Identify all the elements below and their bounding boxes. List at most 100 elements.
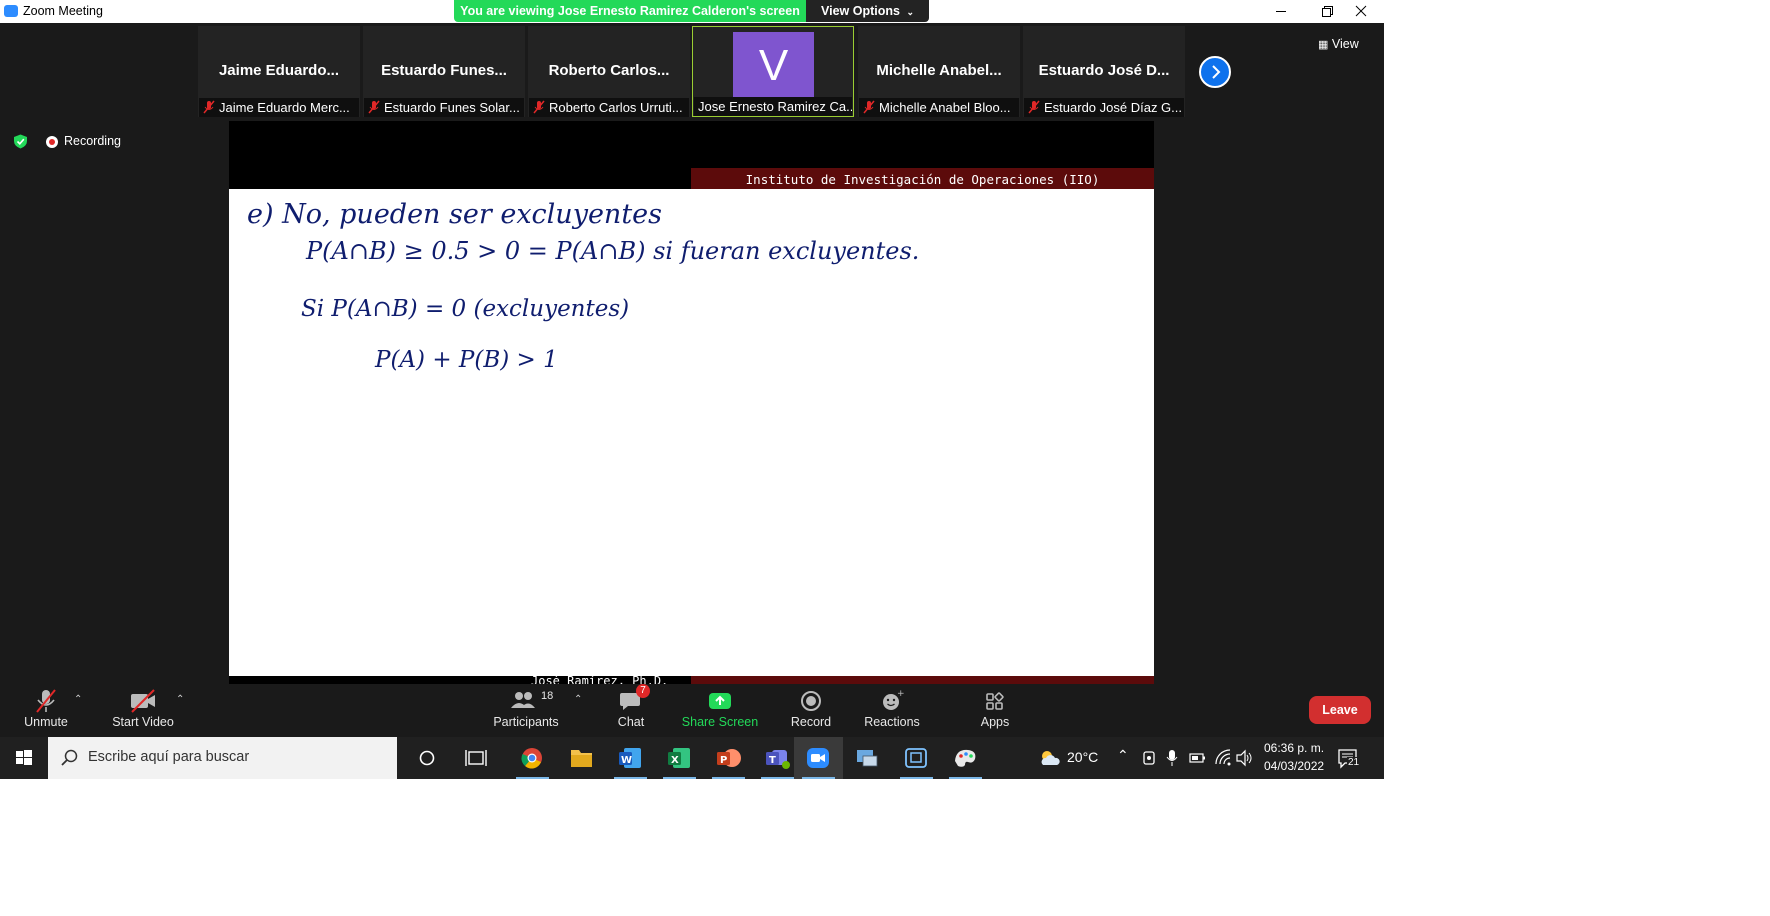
recording-icon[interactable] bbox=[46, 136, 58, 148]
close-button[interactable] bbox=[1338, 0, 1384, 23]
svg-text:P: P bbox=[720, 755, 727, 766]
security-app-icon bbox=[905, 748, 927, 768]
task-view-button[interactable] bbox=[452, 737, 501, 779]
participant-full-name: Jose Ernesto Ramirez Ca... bbox=[698, 99, 852, 114]
chrome-icon bbox=[521, 748, 542, 769]
share-screen-icon bbox=[709, 693, 731, 709]
chat-badge: 7 bbox=[636, 684, 650, 698]
participant-name: Roberto Carlos... bbox=[548, 62, 670, 79]
taskbar-app-word[interactable]: W bbox=[606, 737, 655, 779]
remote-desktop-icon bbox=[857, 750, 878, 767]
participant-label: Michelle Anabel Bloo... bbox=[859, 98, 1019, 117]
view-button-label: View bbox=[1331, 37, 1359, 51]
handwriting-line-2: P(A∩B) ≥ 0.5 > 0 = P(A∩B) si fueran excl… bbox=[306, 237, 920, 265]
search-icon bbox=[61, 749, 78, 766]
taskbar-app-security[interactable] bbox=[892, 737, 941, 779]
recording-label: Recording bbox=[64, 134, 121, 148]
slide-footer-bar bbox=[691, 676, 1154, 684]
start-video-label: Start Video bbox=[112, 715, 174, 729]
excel-icon: X bbox=[668, 748, 690, 768]
cortana-icon bbox=[419, 750, 435, 766]
word-icon: W bbox=[619, 748, 641, 768]
shared-screen: Instituto de Investigación de Operacione… bbox=[229, 121, 1154, 684]
reactions-label: Reactions bbox=[864, 715, 920, 729]
meet-now-icon[interactable] bbox=[1142, 749, 1156, 767]
title-bar: Zoom Meeting You are viewing Jose Ernest… bbox=[0, 0, 1384, 23]
volume-icon[interactable] bbox=[1236, 749, 1254, 767]
participant-thumbnail[interactable]: Roberto Carlos... Roberto Carlos Urruti.… bbox=[528, 26, 690, 117]
participant-thumbnail[interactable]: Jaime Eduardo... Jaime Eduardo Merc... bbox=[198, 26, 360, 117]
zoom-window: Zoom Meeting You are viewing Jose Ernest… bbox=[0, 0, 1384, 779]
view-button[interactable]: ▦ View bbox=[1318, 33, 1370, 55]
view-options-button[interactable]: View Options ⌄ bbox=[806, 0, 929, 22]
start-button[interactable] bbox=[0, 737, 48, 779]
window-title: Zoom Meeting bbox=[23, 4, 103, 18]
battery-icon[interactable] bbox=[1189, 749, 1207, 767]
record-button[interactable]: Record bbox=[786, 684, 836, 737]
taskbar-app-paint[interactable] bbox=[941, 737, 990, 779]
participant-name: Estuardo José D... bbox=[1038, 62, 1170, 79]
clock-date[interactable]: 04/03/2022 bbox=[1264, 759, 1324, 773]
participant-label: Estuardo José Díaz G... bbox=[1024, 98, 1184, 117]
mic-muted-icon bbox=[533, 100, 545, 114]
participant-full-name: Roberto Carlos Urruti... bbox=[549, 100, 683, 115]
participant-thumbnail[interactable]: Michelle Anabel... Michelle Anabel Bloo.… bbox=[858, 26, 1020, 117]
view-options-label: View Options bbox=[821, 4, 900, 18]
apps-label: Apps bbox=[980, 715, 1010, 729]
weather-cloud-icon bbox=[1041, 751, 1060, 765]
taskbar-app-powerpoint[interactable]: P bbox=[704, 737, 753, 779]
folder-icon bbox=[571, 750, 592, 767]
weather-temperature[interactable]: 20°C bbox=[1067, 749, 1098, 765]
avatar: V bbox=[733, 32, 814, 97]
reactions-button[interactable]: + Reactions bbox=[862, 684, 922, 737]
clock-time[interactable]: 06:36 p. m. bbox=[1264, 741, 1324, 755]
taskbar-app-zoom[interactable] bbox=[794, 737, 843, 779]
close-icon bbox=[1355, 5, 1367, 17]
zoom-app-icon bbox=[4, 5, 18, 17]
cortana-button[interactable] bbox=[403, 737, 452, 779]
mic-muted-icon bbox=[1028, 100, 1040, 114]
participant-name: Michelle Anabel... bbox=[876, 62, 1002, 79]
wifi-icon[interactable] bbox=[1214, 749, 1232, 767]
apps-button[interactable]: Apps bbox=[975, 684, 1015, 737]
viewing-banner: You are viewing Jose Ernesto Ramirez Cal… bbox=[454, 0, 806, 22]
participants-caret[interactable]: ⌃ bbox=[574, 694, 582, 705]
unmute-label: Unmute bbox=[24, 715, 68, 729]
video-options-caret[interactable]: ⌃ bbox=[176, 694, 184, 705]
apps-icon bbox=[986, 692, 1004, 710]
participant-thumbnail[interactable]: Estuardo Funes... Estuardo Funes Solar..… bbox=[363, 26, 525, 117]
taskbar-app-chrome[interactable] bbox=[508, 737, 557, 779]
audio-options-caret[interactable]: ⌃ bbox=[74, 694, 82, 705]
share-screen-label: Share Screen bbox=[681, 715, 759, 729]
minimize-button[interactable] bbox=[1258, 0, 1304, 23]
svg-text:T: T bbox=[769, 755, 776, 766]
chevron-up-icon[interactable]: ⌃ bbox=[1117, 747, 1129, 764]
chat-button[interactable]: 7 Chat bbox=[611, 684, 651, 737]
participants-label: Participants bbox=[493, 715, 559, 729]
participant-label: Jose Ernesto Ramirez Ca... bbox=[694, 97, 852, 116]
participants-button[interactable]: 18 Participants bbox=[490, 684, 562, 737]
leave-button[interactable]: Leave bbox=[1309, 696, 1371, 724]
participant-thumbnail-active[interactable]: V Jose Ernesto Ramirez Ca... bbox=[692, 26, 854, 117]
participant-full-name: Jaime Eduardo Merc... bbox=[219, 100, 350, 115]
mic-muted-icon bbox=[36, 689, 56, 713]
next-page-button[interactable] bbox=[1199, 56, 1231, 88]
taskbar-app-remote[interactable] bbox=[843, 737, 892, 779]
start-video-button[interactable]: Start Video bbox=[106, 684, 180, 737]
chevron-down-icon: ⌄ bbox=[906, 7, 914, 17]
notifications-button[interactable]: 21 bbox=[1336, 747, 1362, 771]
participant-thumbnail[interactable]: Estuardo José D... Estuardo José Díaz G.… bbox=[1023, 26, 1185, 117]
slide-header: Instituto de Investigación de Operacione… bbox=[691, 168, 1154, 189]
participant-name: Jaime Eduardo... bbox=[218, 62, 340, 79]
taskbar-app-excel[interactable]: X bbox=[655, 737, 704, 779]
windows-logo-icon bbox=[16, 750, 32, 765]
task-view-icon bbox=[465, 750, 487, 766]
svg-text:W: W bbox=[621, 755, 632, 766]
unmute-button[interactable]: Unmute bbox=[18, 684, 74, 737]
taskbar-search-box[interactable]: Escribe aquí para buscar bbox=[48, 737, 397, 779]
taskbar-app-file-explorer[interactable] bbox=[557, 737, 606, 779]
powerpoint-icon: P bbox=[717, 749, 741, 767]
microphone-icon[interactable] bbox=[1166, 749, 1178, 767]
record-label: Record bbox=[790, 715, 832, 729]
share-screen-button[interactable]: Share Screen bbox=[681, 684, 759, 737]
